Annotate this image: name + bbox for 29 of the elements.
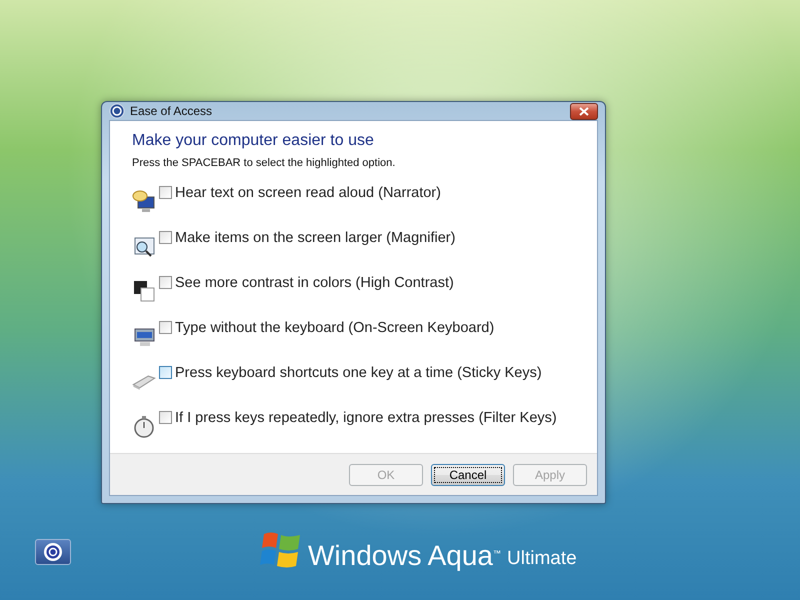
option-label[interactable]: See more contrast in colors (High Contrast) bbox=[175, 273, 454, 295]
checkbox[interactable] bbox=[159, 231, 172, 244]
contrast-squares-icon bbox=[132, 279, 156, 303]
option-label[interactable]: Hear text on screen read aloud (Narrator) bbox=[175, 183, 441, 205]
dialog-heading: Make your computer easier to use bbox=[132, 131, 375, 150]
checkbox[interactable] bbox=[159, 276, 172, 289]
checkbox[interactable] bbox=[159, 366, 172, 379]
stopwatch-icon bbox=[132, 414, 156, 438]
accessibility-icon bbox=[43, 542, 63, 562]
option-label[interactable]: Type without the keyboard (On-Screen Keyboard) bbox=[175, 318, 494, 340]
flag-logo-icon bbox=[258, 530, 302, 570]
speaker-monitor-icon bbox=[132, 189, 156, 213]
checkbox[interactable] bbox=[159, 186, 172, 199]
instruction-text: Press the SPACEBAR to select the highlighted option. bbox=[132, 156, 396, 170]
option-label[interactable]: Make items on the screen larger (Magnifier) bbox=[175, 228, 456, 250]
product-tier-text: Ultimate bbox=[507, 549, 577, 570]
ease-of-access-button[interactable] bbox=[35, 539, 71, 565]
brand-name: Windows bbox=[308, 542, 422, 570]
checkbox[interactable] bbox=[159, 321, 172, 334]
option-label[interactable]: If I press keys repeatedly, ignore extra presses (Filter Keys) bbox=[175, 408, 557, 430]
checkbox[interactable] bbox=[159, 411, 172, 424]
keys-icon bbox=[132, 375, 156, 391]
window-title: Ease of Access bbox=[130, 103, 212, 120]
brand-edition: Aqua bbox=[428, 542, 493, 570]
close-button[interactable] bbox=[570, 102, 598, 120]
option-label[interactable]: Press keyboard shortcuts one key at a time (Sticky Keys) bbox=[175, 363, 542, 385]
close-icon bbox=[579, 106, 589, 116]
dialog-button[interactable]: Cancel bbox=[431, 464, 505, 486]
trademark-mark: ™ bbox=[493, 548, 501, 560]
